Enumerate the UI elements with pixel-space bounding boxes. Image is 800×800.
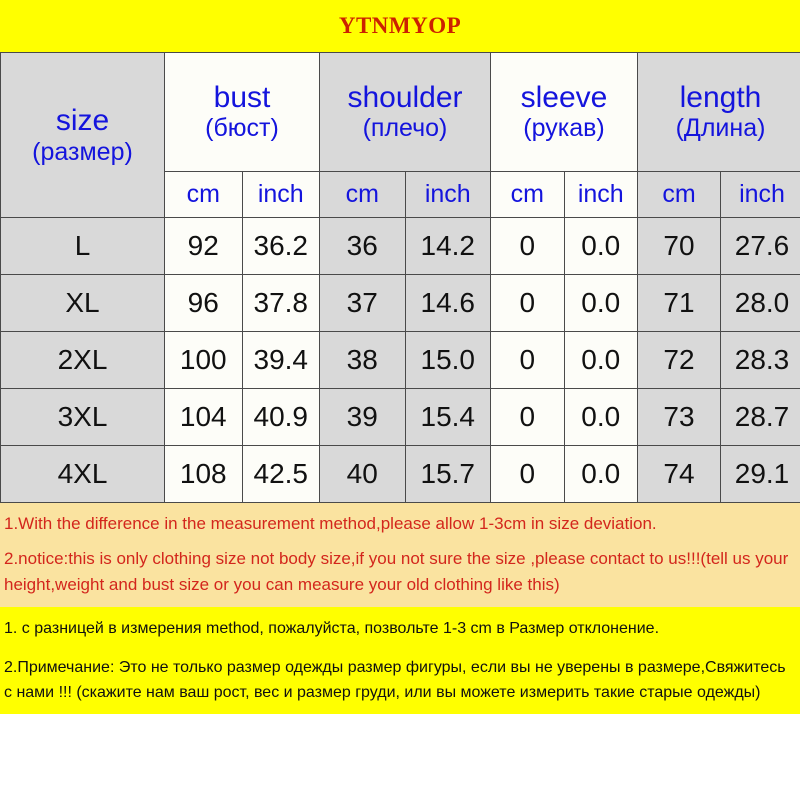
cell-bust-inch: 42.5: [241, 445, 320, 503]
cell-length-inch: 29.1: [720, 445, 800, 503]
notes-russian: 1. с разницей в измерения method, пожалу…: [0, 607, 800, 714]
cell-sleeve-inch: 0.0: [563, 274, 638, 332]
unit-header-bust-cm: cm: [164, 171, 243, 218]
cell-sleeve-cm: 0: [490, 217, 565, 275]
brand-title: YTNMYOP: [338, 13, 462, 38]
table-row: 4XL 108 42.5 40 15.7 0 0.0 74 29.1: [0, 445, 800, 503]
group-label-ru: (Длина): [675, 113, 766, 142]
group-label-en: sleeve: [520, 81, 608, 115]
size-chart-table: size (размер) bust (бюст) shoulder (плеч…: [0, 52, 800, 503]
unit-header-length-inch: inch: [720, 171, 800, 218]
cell-length-cm: 72: [637, 331, 721, 389]
cell-shoulder-inch: 14.2: [404, 217, 491, 275]
size-header-ru: (размер): [32, 137, 133, 166]
cell-sleeve-inch: 0.0: [563, 388, 638, 446]
cell-shoulder-inch: 15.7: [404, 445, 491, 503]
cell-bust-cm: 104: [164, 388, 243, 446]
group-header-bust: bust (бюст): [164, 52, 320, 172]
size-column-header: size (размер): [0, 52, 165, 218]
cell-length-cm: 73: [637, 388, 721, 446]
cell-shoulder-cm: 37: [319, 274, 406, 332]
group-header-row: size (размер) bust (бюст) shoulder (плеч…: [0, 52, 800, 218]
cell-length-cm: 70: [637, 217, 721, 275]
cell-length-inch: 28.0: [720, 274, 800, 332]
cell-bust-inch: 40.9: [241, 388, 320, 446]
row-size-label: L: [0, 217, 165, 275]
unit-header-sleeve-cm: cm: [490, 171, 565, 218]
cell-shoulder-inch: 15.0: [404, 331, 491, 389]
unit-header-length-cm: cm: [637, 171, 721, 218]
group-header-sleeve: sleeve (рукав): [490, 52, 638, 172]
table-row: 2XL 100 39.4 38 15.0 0 0.0 72 28.3: [0, 331, 800, 389]
cell-sleeve-cm: 0: [490, 331, 565, 389]
cell-bust-inch: 39.4: [241, 331, 320, 389]
cell-sleeve-cm: 0: [490, 388, 565, 446]
cell-length-inch: 28.3: [720, 331, 800, 389]
group-label-ru: (плечо): [362, 113, 448, 142]
group-label-ru: (бюст): [205, 113, 279, 142]
note-en-2: 2.notice:this is only clothing size not …: [4, 548, 789, 594]
cell-sleeve-cm: 0: [490, 445, 565, 503]
cell-length-cm: 74: [637, 445, 721, 503]
cell-bust-cm: 96: [164, 274, 243, 332]
unit-header-shoulder-cm: cm: [319, 171, 406, 218]
group-label-ru: (рукав): [523, 113, 605, 142]
note-ru-2: 2.Примечание: Это не только размер одежд…: [4, 659, 786, 702]
cell-bust-cm: 92: [164, 217, 243, 275]
cell-shoulder-inch: 14.6: [404, 274, 491, 332]
cell-shoulder-cm: 36: [319, 217, 406, 275]
cell-sleeve-inch: 0.0: [563, 331, 638, 389]
unit-header-shoulder-inch: inch: [404, 171, 491, 218]
table-row: 3XL 104 40.9 39 15.4 0 0.0 73 28.7: [0, 388, 800, 446]
size-header-en: size: [55, 104, 110, 138]
table-row: XL 96 37.8 37 14.6 0 0.0 71 28.0: [0, 274, 800, 332]
table-body: L 92 36.2 36 14.2 0 0.0 70 27.6 XL 96 37…: [0, 217, 800, 503]
cell-bust-cm: 100: [164, 331, 243, 389]
group-header-length: length (Длина): [637, 52, 800, 172]
unit-header-bust-inch: inch: [241, 171, 320, 218]
row-size-label: XL: [0, 274, 165, 332]
cell-shoulder-cm: 39: [319, 388, 406, 446]
cell-shoulder-inch: 15.4: [404, 388, 491, 446]
row-size-label: 2XL: [0, 331, 165, 389]
cell-bust-inch: 37.8: [241, 274, 320, 332]
row-size-label: 3XL: [0, 388, 165, 446]
group-label-en: bust: [213, 81, 271, 115]
note-ru-1: 1. с разницей в измерения method, пожалу…: [4, 620, 660, 638]
cell-shoulder-cm: 38: [319, 331, 406, 389]
row-size-label: 4XL: [0, 445, 165, 503]
cell-sleeve-inch: 0.0: [563, 217, 638, 275]
group-label-en: length: [679, 81, 762, 115]
cell-length-inch: 27.6: [720, 217, 800, 275]
title-bar: YTNMYOP: [0, 0, 800, 52]
cell-shoulder-cm: 40: [319, 445, 406, 503]
unit-header-sleeve-inch: inch: [563, 171, 638, 218]
notes-english: 1.With the difference in the measurement…: [0, 503, 800, 608]
table-header: size (размер) bust (бюст) shoulder (плеч…: [0, 52, 800, 218]
cell-sleeve-cm: 0: [490, 274, 565, 332]
cell-bust-cm: 108: [164, 445, 243, 503]
cell-length-inch: 28.7: [720, 388, 800, 446]
cell-length-cm: 71: [637, 274, 721, 332]
group-label-en: shoulder: [347, 81, 463, 115]
cell-bust-inch: 36.2: [241, 217, 320, 275]
table-row: L 92 36.2 36 14.2 0 0.0 70 27.6: [0, 217, 800, 275]
group-header-shoulder: shoulder (плечо): [319, 52, 491, 172]
cell-sleeve-inch: 0.0: [563, 445, 638, 503]
note-en-1: 1.With the difference in the measurement…: [4, 514, 657, 533]
